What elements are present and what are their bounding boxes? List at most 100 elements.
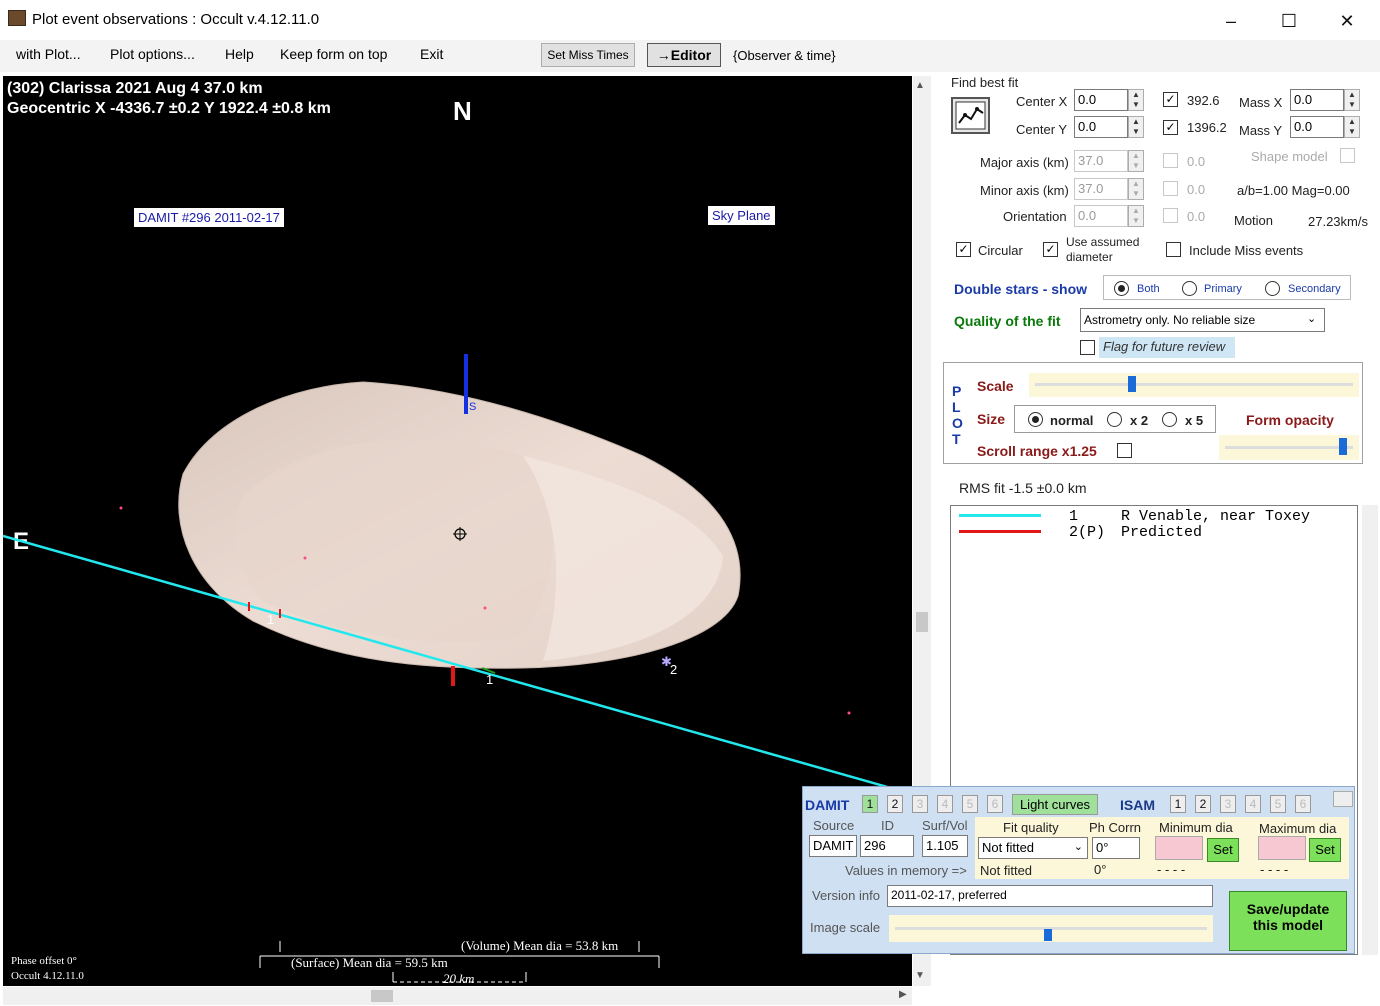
close-button[interactable]: ✕: [1324, 8, 1370, 34]
use-assumed-label: Use assumed diameter: [1066, 235, 1140, 264]
fit-x-checkbox[interactable]: ✓: [1163, 92, 1178, 107]
legend-num-1: 1: [1069, 508, 1079, 525]
major-fit-checkbox[interactable]: [1163, 153, 1178, 168]
isam-title: ISAM: [1120, 797, 1155, 813]
mass-x-spinner[interactable]: ▲ ▼: [1344, 89, 1360, 111]
occult-version: Occult 4.12.11.0: [11, 970, 84, 982]
isam-tab-6[interactable]: 6: [1295, 795, 1311, 813]
chord2-label: 2: [670, 662, 677, 677]
center-x-spinner[interactable]: ▲ ▼: [1128, 89, 1144, 111]
phcorr-field[interactable]: 0°: [1092, 837, 1140, 859]
primary-label: Primary: [1204, 283, 1242, 295]
opacity-slider[interactable]: [1219, 435, 1359, 460]
fit-quality-memory: Not fitted: [980, 863, 1033, 878]
scale-slider-thumb[interactable]: [1128, 376, 1136, 392]
observer-time-button[interactable]: {Observer & time}: [733, 48, 836, 63]
opacity-slider-thumb[interactable]: [1339, 438, 1347, 455]
fit-quality-select[interactable]: Not fitted ⌄: [978, 837, 1088, 859]
damit-panel: DAMIT 1 2 3 4 5 6 Light curves ISAM 1 2 …: [802, 786, 1355, 954]
image-scale-label: Image scale: [810, 920, 881, 935]
flag-review-checkbox[interactable]: [1080, 340, 1095, 355]
menu-plot-options[interactable]: Plot options...: [110, 46, 195, 62]
plot-canvas[interactable]: (302) Clarissa 2021 Aug 4 37.0 km Geocen…: [3, 76, 912, 986]
save-update-model-button[interactable]: Save/update this model: [1229, 891, 1347, 951]
isam-tab-4[interactable]: 4: [1245, 795, 1261, 813]
mass-y-spinner[interactable]: ▲ ▼: [1344, 116, 1360, 138]
orientation-spinner[interactable]: ▲ ▼: [1128, 205, 1144, 227]
editor-button[interactable]: →Editor: [647, 43, 721, 67]
damit-tab-6[interactable]: 6: [987, 795, 1003, 813]
damit-tab-3[interactable]: 3: [912, 795, 928, 813]
damit-close-button[interactable]: [1333, 791, 1353, 807]
menu-keep-on-top[interactable]: Keep form on top: [280, 46, 387, 62]
isam-tab-1[interactable]: 1: [1170, 795, 1186, 813]
source-field[interactable]: DAMIT: [809, 835, 857, 857]
image-scale-slider[interactable]: [889, 915, 1213, 942]
damit-tab-5[interactable]: 5: [962, 795, 978, 813]
mass-x-input[interactable]: 0.0: [1290, 89, 1344, 111]
scale-slider[interactable]: [1029, 373, 1359, 397]
x5-radio[interactable]: [1162, 412, 1177, 427]
image-scale-slider-thumb[interactable]: [1044, 929, 1052, 941]
secondary-radio[interactable]: [1265, 281, 1280, 296]
id-field[interactable]: 296: [860, 835, 914, 857]
major-axis-spinner[interactable]: ▲ ▼: [1128, 150, 1144, 172]
version-field[interactable]: 2011-02-17, preferred: [887, 885, 1213, 907]
major-axis-input[interactable]: 37.0: [1074, 150, 1128, 172]
normal-radio[interactable]: [1028, 412, 1043, 427]
mass-y-input[interactable]: 0.0: [1290, 116, 1344, 138]
menu-with-plot[interactable]: with Plot...: [16, 46, 81, 62]
min-dia-set-button[interactable]: Set: [1207, 838, 1239, 862]
fit-y-checkbox[interactable]: ✓: [1163, 120, 1178, 135]
menu-help[interactable]: Help: [225, 46, 254, 62]
scroll-range-checkbox[interactable]: [1117, 443, 1132, 458]
max-dia-label: Maximum dia: [1259, 821, 1337, 836]
quality-select[interactable]: Astrometry only. No reliable size ⌄: [1080, 308, 1325, 332]
surfvol-field[interactable]: 1.105: [922, 835, 968, 857]
quality-fit-label: Quality of the fit: [954, 313, 1061, 329]
minor-fit-checkbox[interactable]: [1163, 181, 1178, 196]
minimize-button[interactable]: –: [1208, 8, 1254, 34]
legend-text-1: R Venable, near Toxey: [1121, 508, 1311, 525]
phcorr-label: Ph Corrn: [1089, 820, 1142, 835]
isam-tab-2[interactable]: 2: [1195, 795, 1211, 813]
light-curves-button[interactable]: Light curves: [1012, 794, 1098, 815]
max-dia-field[interactable]: [1258, 836, 1306, 860]
orientation-fit-checkbox[interactable]: [1163, 208, 1178, 223]
menu-exit[interactable]: Exit: [420, 46, 443, 62]
maximize-button[interactable]: ☐: [1266, 8, 1312, 34]
damit-tab-2[interactable]: 2: [887, 795, 903, 813]
x2-radio[interactable]: [1107, 412, 1122, 427]
max-dia-set-button[interactable]: Set: [1309, 838, 1341, 862]
legend-swatch-1: [959, 514, 1041, 517]
plot-options-panel: PLOT Scale Size normal x 2 x 5 Form opac…: [943, 362, 1363, 464]
asteroid-svg: S 1 1 ✱ 2: [3, 354, 912, 983]
plot-horizontal-scrollbar[interactable]: ▶: [3, 987, 912, 1005]
circular-checkbox[interactable]: ✓: [956, 242, 971, 257]
both-radio[interactable]: [1114, 281, 1129, 296]
damit-title: DAMIT: [805, 797, 850, 813]
minor-axis-spinner[interactable]: ▲ ▼: [1128, 178, 1144, 200]
isam-tab-5[interactable]: 5: [1270, 795, 1286, 813]
set-miss-times-button[interactable]: Set Miss Times: [541, 43, 635, 67]
plot-vertical-label: PLOT: [952, 383, 963, 447]
primary-radio[interactable]: [1182, 281, 1197, 296]
center-x-input[interactable]: 0.0: [1074, 89, 1128, 111]
center-y-spinner[interactable]: ▲ ▼: [1128, 116, 1144, 138]
app-icon: [8, 10, 26, 26]
major-axis-label: Major axis (km): [980, 155, 1069, 170]
list-scrollbar[interactable]: [1362, 505, 1378, 955]
isam-tab-3[interactable]: 3: [1220, 795, 1236, 813]
scroll-range-label: Scroll range x1.25: [977, 443, 1097, 459]
legend-num-2: 2(P): [1069, 524, 1106, 541]
damit-tab-1[interactable]: 1: [862, 795, 878, 813]
damit-tab-4[interactable]: 4: [937, 795, 953, 813]
find-best-fit-button[interactable]: [951, 97, 990, 134]
minor-axis-input[interactable]: 37.0: [1074, 178, 1128, 200]
include-miss-checkbox[interactable]: [1166, 242, 1181, 257]
orientation-input[interactable]: 0.0: [1074, 205, 1128, 227]
use-assumed-checkbox[interactable]: ✓: [1043, 242, 1058, 257]
min-dia-field[interactable]: [1155, 836, 1203, 860]
shape-model-checkbox[interactable]: [1340, 148, 1355, 163]
center-y-input[interactable]: 0.0: [1074, 116, 1128, 138]
